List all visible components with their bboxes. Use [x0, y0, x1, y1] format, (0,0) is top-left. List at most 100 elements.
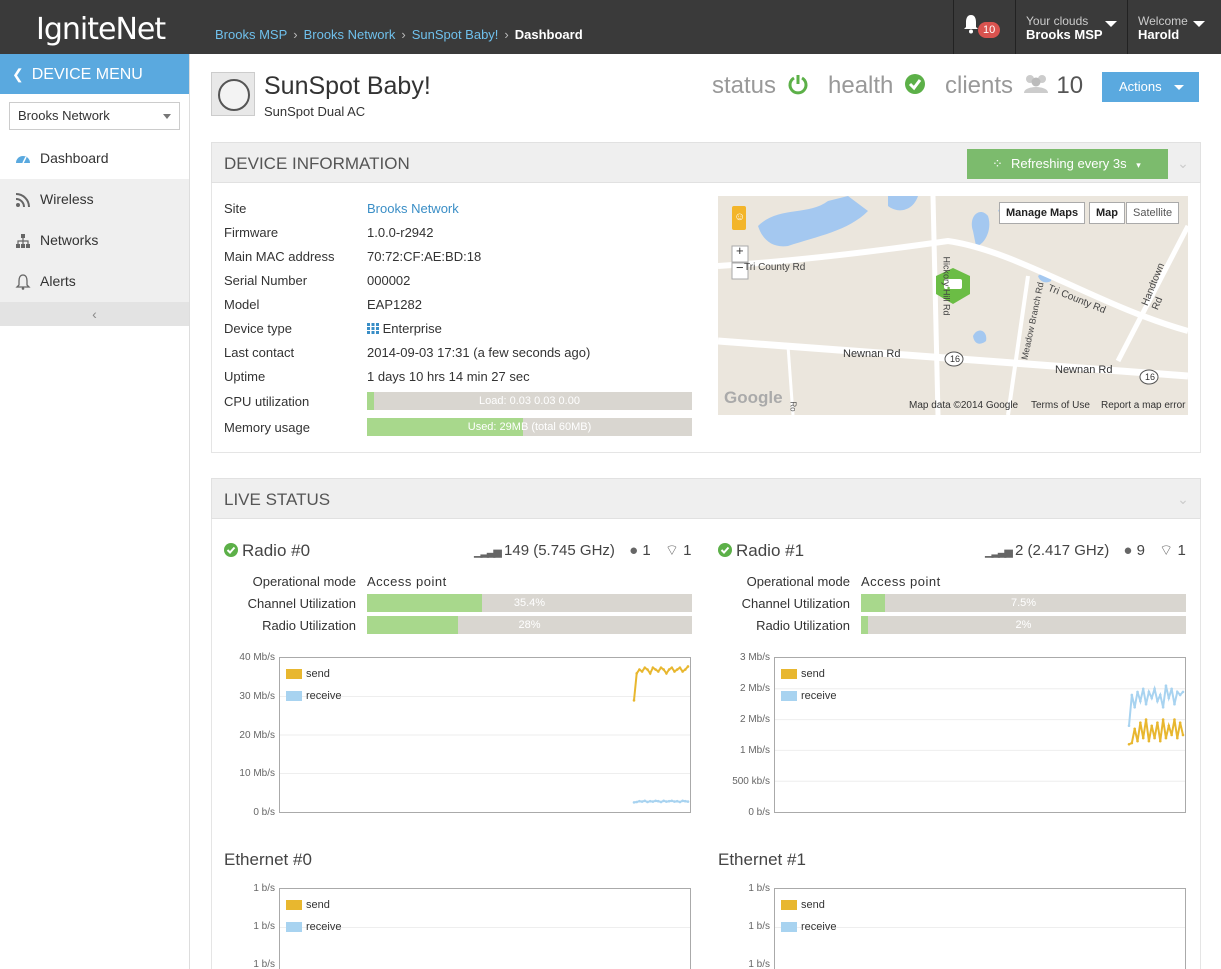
data-point-receive: [681, 799, 684, 803]
actions-button[interactable]: Actions: [1102, 72, 1199, 102]
data-point-receive: [1147, 690, 1151, 694]
refresh-button[interactable]: ⁘ Refreshing every 3s ▾: [967, 149, 1168, 179]
data-point-send: [684, 668, 687, 671]
y-tick: 1 Mb/s: [739, 745, 770, 756]
y-tick: 1 b/s: [748, 883, 770, 894]
data-point-receive: [651, 800, 655, 803]
check-circle-icon: [224, 543, 238, 557]
notification-count-badge[interactable]: 10: [978, 22, 1001, 38]
actions-label: Actions: [1119, 79, 1162, 94]
legend-send-label: send: [306, 668, 330, 680]
data-point-receive: [638, 799, 641, 803]
manage-maps-button[interactable]: Manage Maps: [999, 202, 1086, 224]
cpu-bar: Load: 0.03 0.03 0.00: [367, 392, 692, 410]
clouds-dropdown[interactable]: Your clouds Brooks MSP: [1026, 14, 1103, 42]
zoom-in-button[interactable]: +: [736, 243, 744, 258]
user-icon: ●: [1123, 542, 1133, 559]
data-point-send: [635, 672, 638, 675]
username: Harold: [1138, 27, 1180, 42]
breadcrumb-msp[interactable]: Brooks MSP: [215, 27, 287, 42]
chevron-down-icon: ▾: [1136, 160, 1141, 170]
y-tick: 1 b/s: [748, 921, 770, 932]
data-point-receive: [673, 800, 676, 803]
data-point-send: [1133, 727, 1136, 731]
sidebar-item-wireless[interactable]: Wireless: [0, 179, 189, 220]
mac-label: Main MAC address: [224, 249, 335, 264]
data-point-receive: [1139, 699, 1142, 703]
data-point-send: [1130, 741, 1134, 745]
ethernet-1-chart: send receive: [774, 888, 1186, 969]
dashboard-icon: [16, 156, 30, 164]
data-point-receive: [1141, 687, 1145, 691]
wifi-icon: [15, 193, 30, 208]
data-point-send: [651, 666, 655, 669]
sidebar: ❮ DEVICE MENU Brooks Network Dashboard Wi…: [0, 54, 190, 969]
last-contact-value: 2014-09-03 17:31 (a few seconds ago): [367, 345, 591, 360]
chevron-down-icon[interactable]: [1193, 21, 1205, 27]
radio-0-meta: ▁▂▃▅ 149 (5.745 GHz) ● 1 ⌔ 1: [474, 541, 691, 560]
chevron-down-icon: [163, 114, 171, 119]
y-tick: 20 Mb/s: [239, 730, 275, 741]
legend-receive-label: receive: [801, 921, 837, 933]
data-point-send: [675, 668, 679, 671]
data-point-send: [1127, 742, 1131, 746]
y-tick: 0 b/s: [253, 807, 275, 818]
data-point-receive: [657, 799, 660, 803]
user-icon: ●: [629, 542, 639, 559]
live-status-title: LIVE STATUS: [224, 490, 331, 509]
collapse-chevron-icon[interactable]: ⌄: [1173, 153, 1193, 173]
data-point-receive: [662, 799, 665, 803]
send-swatch: [781, 669, 797, 680]
map-type-satellite-button[interactable]: Satellite: [1126, 202, 1180, 224]
data-point-send: [1150, 724, 1154, 728]
road-label: Newnan Rd: [1055, 364, 1113, 376]
device-menu-title: DEVICE MENU: [31, 66, 143, 83]
data-point-receive: [678, 800, 682, 804]
breadcrumb-separator-icon: ›: [293, 27, 298, 42]
data-point-receive: [1130, 693, 1134, 697]
site-label: Site: [224, 201, 247, 216]
signal-bars-icon: ▁▂▃▅: [985, 546, 1013, 558]
pegman-icon[interactable]: ☺: [734, 211, 745, 223]
sidebar-collapse-button[interactable]: ‹: [0, 302, 189, 326]
data-point-send: [1161, 718, 1165, 721]
wifi-icon: ⌔: [1159, 542, 1174, 559]
collapse-chevron-icon[interactable]: ⌄: [1173, 489, 1193, 509]
ignitenet-logo[interactable]: IgniteNet: [36, 12, 166, 47]
map-terms-link[interactable]: Terms of Use: [1031, 400, 1090, 411]
breadcrumb-device[interactable]: SunSpot Baby!: [412, 27, 499, 42]
channel-util-bar: 7.5%: [861, 594, 1186, 612]
zoom-out-button[interactable]: −: [736, 260, 744, 275]
data-point-send: [1173, 718, 1176, 721]
y-tick: 30 Mb/s: [239, 691, 275, 702]
data-point-send: [662, 668, 665, 671]
radio-util-label: Radio Utilization: [756, 618, 850, 633]
user-dropdown[interactable]: Welcome Harold: [1138, 14, 1188, 42]
chevron-down-icon[interactable]: [1105, 21, 1117, 27]
network-select[interactable]: Brooks Network: [9, 102, 180, 130]
firmware-value: 1.0.0-r2942: [367, 225, 434, 240]
location-map[interactable]: + − ☺ ▪ Tri County Rd Tri County Rd Newn…: [718, 196, 1188, 415]
map-type-map-button[interactable]: Map: [1089, 202, 1125, 224]
gridline: [280, 927, 690, 928]
device-menu-header[interactable]: ❮ DEVICE MENU: [0, 54, 189, 94]
y-tick: 1 b/s: [748, 959, 770, 969]
sidebar-item-dashboard[interactable]: Dashboard: [0, 138, 189, 179]
sidebar-item-networks[interactable]: Networks: [0, 220, 189, 261]
map-report-link[interactable]: Report a map error: [1101, 400, 1185, 411]
sidebar-item-alerts[interactable]: Alerts: [0, 261, 189, 302]
refresh-label: Refreshing every 3s: [1011, 156, 1127, 171]
data-point-send: [678, 666, 682, 669]
data-point-receive: [1158, 693, 1162, 697]
data-point-send: [638, 668, 641, 671]
data-point-send: [1178, 721, 1182, 724]
legend-receive: receive: [286, 921, 341, 933]
legend-send-label: send: [306, 899, 330, 911]
radio-util-text: 28%: [518, 619, 541, 631]
legend-receive: receive: [781, 921, 836, 933]
breadcrumb-network[interactable]: Brooks Network: [304, 27, 396, 42]
data-point-send: [1164, 736, 1168, 740]
radio-0-channel: 149 (5.745 GHz): [504, 542, 615, 559]
op-mode-label: Operational mode: [252, 574, 356, 589]
site-link[interactable]: Brooks Network: [367, 201, 459, 216]
